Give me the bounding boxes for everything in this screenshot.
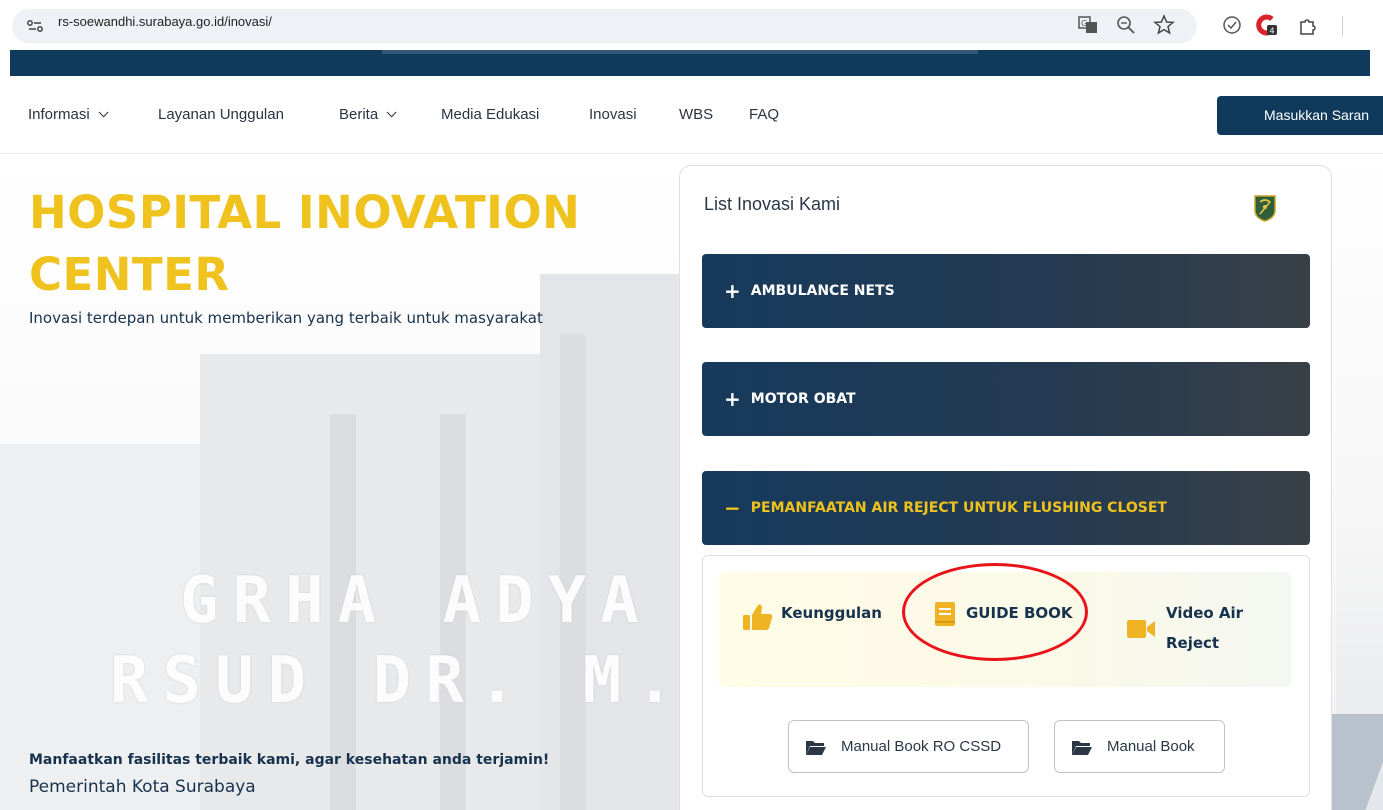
header-strip-highlight xyxy=(382,50,978,54)
accordion-label: AMBULANCE NETS xyxy=(750,283,895,299)
innovation-list-panel: List Inovasi Kami + AMBULANCE NETS + MOT… xyxy=(679,165,1332,810)
header-strip xyxy=(10,50,1370,76)
translate-icon[interactable]: G xyxy=(1077,14,1099,36)
url-text[interactable]: rs-soewandhi.surabaya.go.id/inovasi/ xyxy=(58,14,272,29)
hero-background-right xyxy=(1336,154,1383,810)
hero-tagline: Manfaatkan fasilitas terbaik kami, agar … xyxy=(29,752,550,768)
feature-label: Keunggulan xyxy=(781,604,882,622)
browser-toolbar: rs-soewandhi.surabaya.go.id/inovasi/ G 4 xyxy=(0,0,1383,50)
accordion-motor-obat[interactable]: + MOTOR OBAT xyxy=(702,362,1310,436)
building-signage: GRHA ADYA xyxy=(180,564,653,638)
accordion-label: PEMANFAATAN AIR REJECT UNTUK FLUSHING CL… xyxy=(750,500,1167,516)
nav-label: Berita xyxy=(339,106,379,123)
nav-label: Layanan Unggulan xyxy=(158,106,284,123)
nav-label: Informasi xyxy=(28,106,90,123)
nav-item-media-edukasi[interactable]: Media Edukasi xyxy=(441,106,539,123)
feature-label: GUIDE BOOK xyxy=(966,604,1073,622)
feature-guide-book[interactable]: GUIDE BOOK xyxy=(934,598,1073,628)
extension-badge: 4 xyxy=(1270,27,1275,36)
chevron-down-icon xyxy=(98,107,109,118)
nav-label: Media Edukasi xyxy=(441,106,540,123)
nav-item-inovasi[interactable]: Inovasi xyxy=(589,106,637,123)
accordion-content: Keunggulan GUIDE BOOK Video Air Reject M… xyxy=(702,555,1310,797)
folder-open-icon xyxy=(1072,740,1092,755)
manual-book-ro-cssd-button[interactable]: Manual Book RO CSSD xyxy=(788,720,1029,773)
nav-label: WBS xyxy=(679,106,714,123)
accordion-label: MOTOR OBAT xyxy=(750,391,856,407)
zoom-icon[interactable] xyxy=(1115,14,1137,36)
svg-text:G: G xyxy=(1081,19,1087,28)
feature-video-air-reject[interactable]: Video Air Reject xyxy=(1126,598,1266,658)
panel-title: List Inovasi Kami xyxy=(704,194,841,214)
bookmark-star-icon[interactable] xyxy=(1153,14,1175,36)
folder-open-icon xyxy=(806,740,826,755)
feature-label: Video Air Reject xyxy=(1166,604,1244,652)
extension-red-icon[interactable]: 4 xyxy=(1256,14,1278,36)
city-emblem-icon xyxy=(1254,195,1276,222)
site-info-icon[interactable] xyxy=(26,17,44,35)
accordion-air-reject[interactable]: − PEMANFAATAN AIR REJECT UNTUK FLUSHING … xyxy=(702,471,1310,545)
hero-government: Pemerintah Kota Surabaya xyxy=(29,777,256,797)
nav-item-wbs[interactable]: WBS xyxy=(679,106,713,123)
file-button-label: Manual Book RO CSSD xyxy=(841,738,1002,755)
plus-icon: + xyxy=(724,279,741,303)
shield-check-icon[interactable] xyxy=(1221,14,1243,36)
chevron-down-icon xyxy=(386,107,397,118)
plus-icon: + xyxy=(724,387,741,411)
nav-item-informasi[interactable]: Informasi xyxy=(28,106,109,123)
nav-item-berita[interactable]: Berita xyxy=(339,106,397,123)
main-nav: Informasi Layanan Unggulan Berita Media … xyxy=(0,78,1383,154)
hero-subtitle: Inovasi terdepan untuk memberikan yang t… xyxy=(29,309,543,327)
nav-label: Inovasi xyxy=(589,106,637,123)
nav-label: FAQ xyxy=(749,106,780,123)
toolbar-divider xyxy=(1342,16,1343,36)
suggestion-button[interactable]: Masukkan Saran xyxy=(1217,96,1383,135)
file-button-label: Manual Book xyxy=(1107,738,1195,755)
nav-item-faq[interactable]: FAQ xyxy=(749,106,779,123)
hero-title: HOSPITAL INOVATION CENTER xyxy=(29,186,581,301)
accordion-ambulance-nets[interactable]: + AMBULANCE NETS xyxy=(702,254,1310,328)
book-icon xyxy=(935,602,955,626)
minus-icon: − xyxy=(724,496,741,520)
video-camera-icon xyxy=(1127,620,1155,638)
feature-keunggulan[interactable]: Keunggulan xyxy=(741,598,882,632)
thumbs-up-icon xyxy=(743,604,773,630)
puzzle-icon[interactable] xyxy=(1297,14,1319,36)
nav-item-layanan-unggulan[interactable]: Layanan Unggulan xyxy=(158,106,284,123)
feature-band: Keunggulan GUIDE BOOK Video Air Reject xyxy=(719,572,1291,687)
manual-book-button[interactable]: Manual Book xyxy=(1054,720,1225,773)
